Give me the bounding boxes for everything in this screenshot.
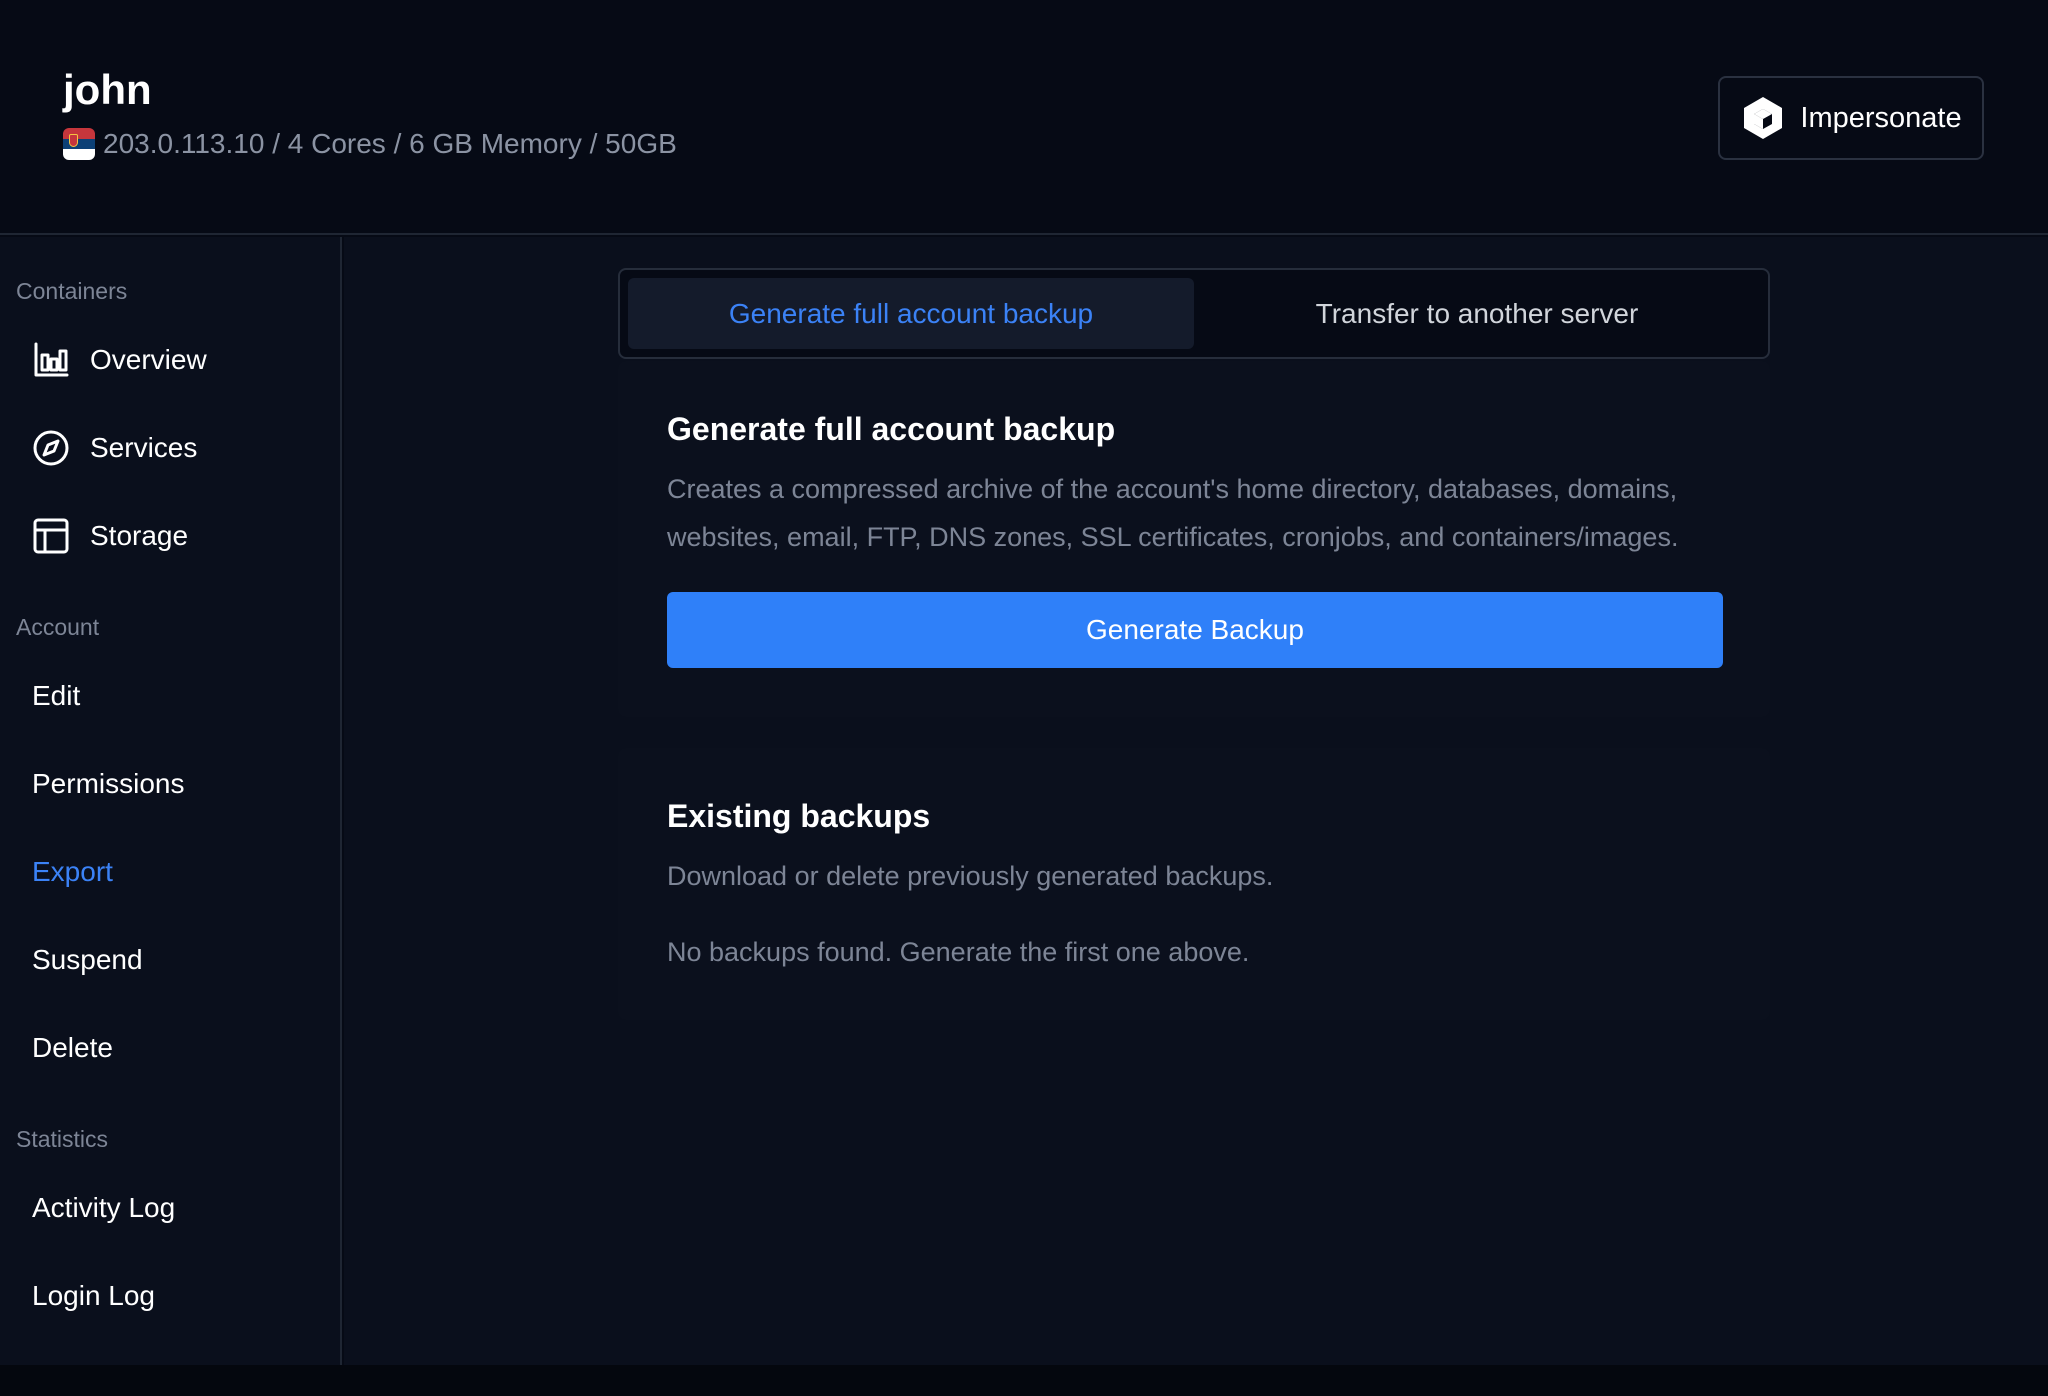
sidebar-item-label: Activity Log <box>32 1192 176 1223</box>
serbia-flag-icon <box>63 128 95 160</box>
card-title: Existing backups <box>667 798 931 834</box>
sidebar-item-label: Delete <box>32 1032 113 1063</box>
sidebar-section-containers: Containers <box>16 278 128 304</box>
sidebar-item-login-log[interactable]: Login Log <box>0 1266 340 1326</box>
generate-backup-button[interactable]: Generate Backup <box>667 592 1723 668</box>
sidebar-item-edit[interactable]: Edit <box>0 666 340 726</box>
bar-chart-icon <box>34 342 69 377</box>
server-info: 203.0.113.10 / 4 Cores / 6 GB Memory / 5… <box>63 128 677 160</box>
sidebar-item-label: Overview <box>90 344 207 375</box>
sidebar-item-export[interactable]: Export <box>0 842 340 902</box>
sidebar-item-label: Edit <box>32 680 81 711</box>
generate-backup-card: Generate full account backup Creates a c… <box>618 361 1770 717</box>
sidebar-section-statistics: Statistics <box>16 1126 109 1152</box>
sidebar-section-account: Account <box>16 614 100 640</box>
card-title: Generate full account backup <box>667 411 1116 447</box>
impersonate-button[interactable]: Impersonate <box>1718 76 1984 160</box>
sidebar-item-label: Storage <box>90 520 189 551</box>
sidebar-item-label: Export <box>32 856 113 887</box>
impersonate-icon <box>1744 97 1783 139</box>
sidebar-item-activity-log[interactable]: Activity Log <box>0 1178 340 1238</box>
sidebar-item-permissions[interactable]: Permissions <box>0 754 340 814</box>
sidebar-item-storage[interactable]: Storage <box>0 506 340 566</box>
tab-generate-backup[interactable]: Generate full account backup <box>628 278 1194 349</box>
sidebar-item-services[interactable]: Services <box>0 418 340 478</box>
tab-transfer-server[interactable]: Transfer to another server <box>1194 278 1760 349</box>
bottom-strip <box>0 1365 2048 1396</box>
export-tabs: Generate full account backup Transfer to… <box>618 268 1770 359</box>
sidebar-item-delete[interactable]: Delete <box>0 1018 340 1078</box>
page-header: john 203.0.113.10 / 4 Cores / 6 GB Memor… <box>0 0 2048 235</box>
account-name: john <box>63 66 152 113</box>
sidebar-item-label: Login Log <box>32 1280 156 1311</box>
compass-icon <box>33 430 69 466</box>
impersonate-label: Impersonate <box>1800 101 1962 134</box>
sidebar-item-overview[interactable]: Overview <box>0 330 340 390</box>
server-info-text: 203.0.113.10 / 4 Cores / 6 GB Memory / 5… <box>103 128 677 159</box>
card-description: Download or delete previously generated … <box>667 861 1274 891</box>
existing-backups-card: Existing backups Download or delete prev… <box>618 748 1770 1020</box>
sidebar: Containers Overview Services Storage Acc… <box>0 237 342 1365</box>
sidebar-item-suspend[interactable]: Suspend <box>0 930 340 990</box>
table-icon <box>33 518 69 554</box>
empty-state-message: No backups found. Generate the first one… <box>667 937 1250 967</box>
sidebar-item-label: Services <box>90 432 198 463</box>
sidebar-item-label: Suspend <box>32 944 143 975</box>
card-description: Creates a compressed archive of the acco… <box>667 474 1679 552</box>
sidebar-item-label: Permissions <box>32 768 185 799</box>
